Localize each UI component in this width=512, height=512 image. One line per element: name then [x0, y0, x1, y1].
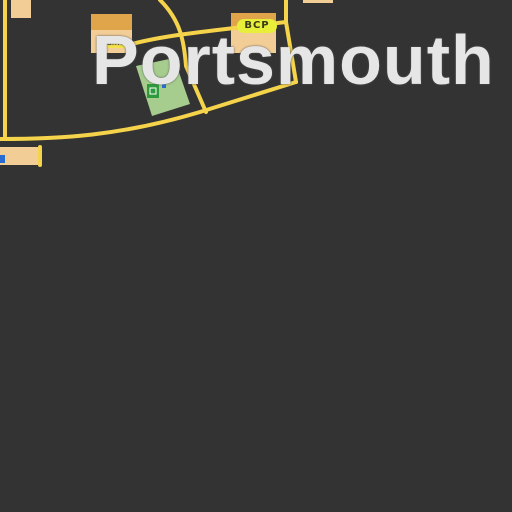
map-canvas[interactable]: ame BCP Portsmouth [0, 0, 512, 512]
info-icon[interactable] [0, 155, 5, 163]
building-left[interactable] [0, 147, 40, 165]
building-top-left[interactable] [11, 0, 31, 18]
place-label-portsmouth: Portsmouth [92, 21, 495, 99]
building-top-right[interactable] [303, 0, 333, 3]
